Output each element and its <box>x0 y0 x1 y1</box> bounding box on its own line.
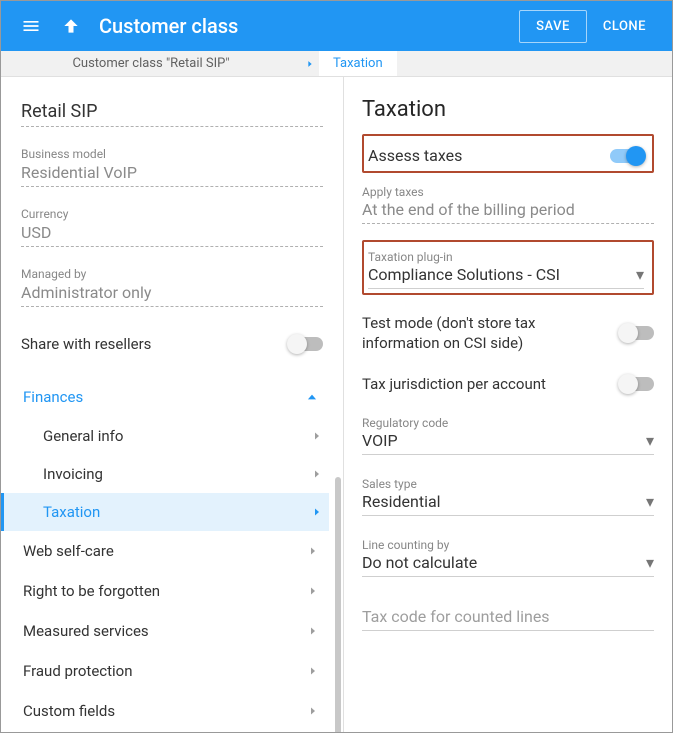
share-with-resellers-row: Share with resellers <box>21 335 323 353</box>
caret-down-icon: ▾ <box>646 553 654 572</box>
app-bar: Customer class SAVE CLONE <box>1 1 672 51</box>
assess-taxes-label: Assess taxes <box>368 146 462 165</box>
caret-down-icon: ▾ <box>636 265 644 284</box>
sales-type-field: Sales type Residential ▾ <box>362 473 654 518</box>
scrollbar-thumb[interactable] <box>335 477 341 732</box>
currency-field: Currency USD <box>21 207 323 247</box>
share-with-resellers-label: Share with resellers <box>21 335 151 353</box>
line-counting-field: Line counting by Do not calculate ▾ <box>362 534 654 579</box>
line-counting-select[interactable]: Do not calculate ▾ <box>362 553 654 577</box>
assess-taxes-highlight: Assess taxes <box>362 134 654 173</box>
right-panel: Taxation Assess taxes Apply taxes At the… <box>344 77 672 732</box>
nav-invoicing[interactable]: Invoicing <box>21 455 323 493</box>
regulatory-code-select[interactable]: VOIP ▾ <box>362 431 654 455</box>
test-mode-row: Test mode (don't store tax information o… <box>362 307 654 360</box>
caret-down-icon: ▾ <box>646 431 654 450</box>
business-model-field: Business model Residential VoIP <box>21 147 323 187</box>
clone-button[interactable]: CLONE <box>587 11 662 42</box>
nav-taxation[interactable]: Taxation <box>1 493 329 531</box>
chevron-right-icon <box>311 430 323 442</box>
left-panel: Retail SIP Business model Residential Vo… <box>1 77 343 732</box>
class-name-value: Retail SIP <box>21 101 323 122</box>
chevron-right-icon <box>307 585 319 597</box>
nav-custom-fields[interactable]: Custom fields <box>21 691 323 731</box>
chevron-right-icon <box>307 625 319 637</box>
regulatory-code-field: Regulatory code VOIP ▾ <box>362 412 654 457</box>
breadcrumb-current: Taxation <box>319 51 397 76</box>
taxation-plugin-select[interactable]: Compliance Solutions - CSI ▾ <box>368 265 644 289</box>
chevron-right-icon <box>301 51 319 76</box>
nav-measured-services[interactable]: Measured services <box>21 611 323 651</box>
managed-by-field: Managed by Administrator only <box>21 267 323 307</box>
save-button[interactable]: SAVE <box>519 10 587 43</box>
sales-type-select[interactable]: Residential ▾ <box>362 492 654 516</box>
section-heading: Taxation <box>362 97 654 122</box>
chevron-right-icon <box>307 545 319 557</box>
chevron-right-icon <box>307 705 319 717</box>
test-mode-toggle[interactable] <box>620 326 654 340</box>
nav-general-info[interactable]: General info <box>21 417 323 455</box>
nav-right-to-be-forgotten[interactable]: Right to be forgotten <box>21 571 323 611</box>
caret-down-icon: ▾ <box>646 492 654 511</box>
assess-taxes-toggle[interactable] <box>610 149 644 163</box>
nav-fraud-protection[interactable]: Fraud protection <box>21 651 323 691</box>
chevron-right-icon <box>311 506 323 518</box>
share-with-resellers-toggle[interactable] <box>289 337 323 351</box>
breadcrumb: Customer class "Retail SIP" Taxation <box>1 51 672 77</box>
arrow-up-icon <box>61 16 81 36</box>
tax-code-field[interactable]: Tax code for counted lines <box>362 603 654 633</box>
nav-web-self-care[interactable]: Web self-care <box>21 531 323 571</box>
back-button[interactable] <box>51 6 91 46</box>
chevron-right-icon <box>311 468 323 480</box>
page-title: Customer class <box>99 14 238 38</box>
menu-button[interactable] <box>11 6 51 46</box>
hamburger-icon <box>21 16 41 36</box>
chevron-up-icon <box>305 390 319 404</box>
nav-finances[interactable]: Finances <box>21 377 323 417</box>
chevron-right-icon <box>307 665 319 677</box>
class-name-field: Retail SIP <box>21 101 323 127</box>
tax-jurisdiction-toggle[interactable] <box>620 377 654 391</box>
taxation-plugin-highlight: Taxation plug-in Compliance Solutions - … <box>362 240 654 295</box>
tax-jurisdiction-row: Tax jurisdiction per account <box>362 368 654 400</box>
breadcrumb-parent[interactable]: Customer class "Retail SIP" <box>1 51 301 76</box>
apply-taxes-field: Apply taxes At the end of the billing pe… <box>362 181 654 226</box>
